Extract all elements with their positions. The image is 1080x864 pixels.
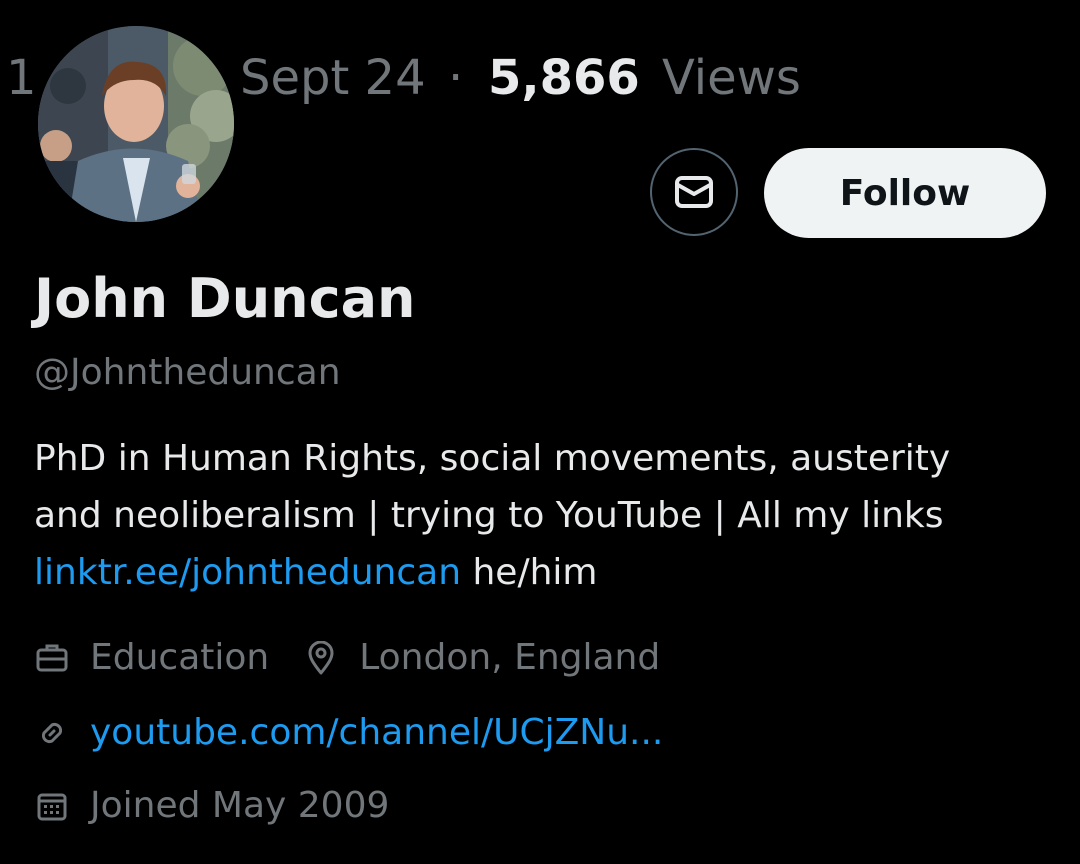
bio-line-2: and neoliberalism | trying to YouTube | …	[34, 495, 944, 536]
post-time-truncated: 1	[6, 50, 37, 106]
briefcase-icon	[34, 640, 70, 676]
profile-category: Education	[90, 637, 270, 678]
profile-joined-date: Joined May 2009	[90, 785, 390, 826]
profile-info-row: Education London, England	[34, 633, 660, 683]
message-button[interactable]	[650, 148, 738, 236]
meta-separator: ·	[448, 50, 464, 106]
bio-link[interactable]: linktr.ee/johntheduncan	[34, 552, 461, 593]
views-label: Views	[662, 50, 801, 106]
post-date[interactable]: Sept 24	[240, 48, 426, 108]
profile-website-link[interactable]: youtube.com/channel/UCjZNu...	[90, 708, 663, 758]
bio-line-3: linktr.ee/johntheduncan he/him	[34, 544, 1044, 601]
envelope-icon	[675, 176, 713, 208]
link-icon	[34, 715, 70, 751]
profile-photo-icon	[38, 26, 234, 222]
view-count: 5,866	[488, 50, 640, 106]
follow-button[interactable]: Follow	[764, 148, 1046, 238]
avatar[interactable]	[34, 22, 238, 226]
profile-bio: PhD in Human Rights, social movements, a…	[34, 430, 1044, 601]
display-name: John Duncan	[34, 267, 416, 330]
user-handle: @Johntheduncan	[34, 352, 341, 393]
bio-pronouns: he/him	[461, 552, 598, 593]
profile-location: London, England	[359, 637, 661, 678]
calendar-icon	[34, 788, 70, 824]
location-pin-icon	[303, 640, 339, 676]
profile-website-row: youtube.com/channel/UCjZNu...	[34, 708, 663, 758]
profile-joined-row: Joined May 2009	[34, 781, 389, 831]
bio-line-1: PhD in Human Rights, social movements, a…	[34, 438, 951, 479]
